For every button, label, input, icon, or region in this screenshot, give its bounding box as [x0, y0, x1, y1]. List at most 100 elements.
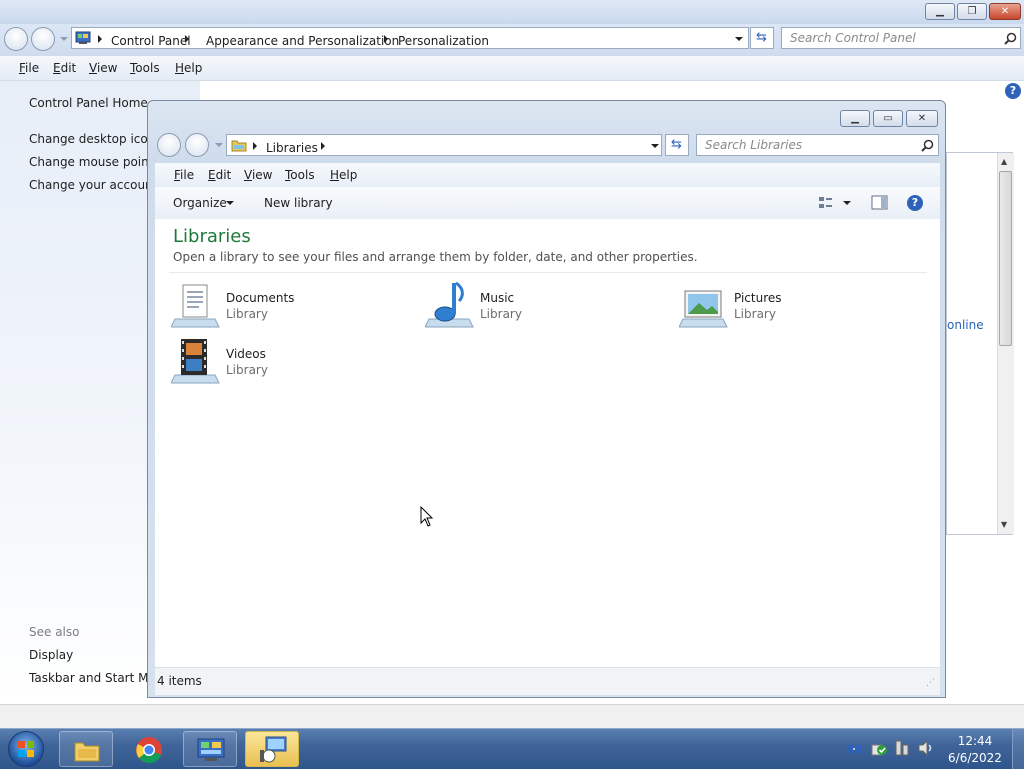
taskbar-chrome-button[interactable]	[122, 731, 176, 767]
vertical-scrollbar[interactable]: ▲ ▼	[997, 153, 1014, 534]
volume-controls-tray-icon[interactable]	[894, 740, 910, 756]
videos-library-icon	[171, 339, 220, 384]
breadcrumb-separator	[98, 35, 102, 43]
lib-status-bar: 4 items ⋰	[155, 667, 940, 695]
scroll-thumb[interactable]	[999, 171, 1012, 346]
lib-content-area: Libraries Open a library to see your fil…	[155, 219, 940, 667]
lib-menu-edit[interactable]: Edit	[208, 168, 231, 182]
control-panel-status-bar	[0, 704, 1024, 729]
close-icon: ✕	[917, 113, 927, 124]
lib-refresh-button[interactable]: ⇆	[665, 134, 689, 156]
recent-pages-dropdown[interactable]	[60, 37, 68, 41]
close-icon: ✕	[1000, 6, 1010, 17]
scroll-up-icon[interactable]: ▲	[1001, 157, 1007, 166]
libraries-subheading: Open a library to see your files and arr…	[173, 250, 698, 264]
lib-forward-button[interactable]	[185, 133, 209, 157]
control-panel-address-row: Control Panel Appearance and Personaliza…	[0, 24, 1024, 56]
preview-pane-icon[interactable]	[871, 195, 888, 211]
library-item-type: Library	[734, 307, 776, 321]
lib-recent-pages-dropdown[interactable]	[215, 143, 223, 147]
scroll-down-icon[interactable]: ▼	[1001, 520, 1007, 529]
lib-menu-file[interactable]: File	[174, 168, 194, 182]
get-more-themes-online-link[interactable]: online	[947, 318, 984, 332]
start-button[interactable]	[8, 731, 44, 767]
action-center-icon[interactable]	[870, 739, 888, 757]
lib-minimize-button[interactable]: ▁	[840, 110, 870, 127]
mouse-cursor-icon	[420, 506, 434, 527]
breadcrumb-appearance[interactable]: Appearance and Personalization	[206, 34, 399, 48]
address-dropdown[interactable]	[735, 37, 743, 41]
breadcrumb-separator	[185, 35, 189, 43]
library-item-music[interactable]: Music Library	[423, 279, 623, 331]
library-item-videos[interactable]: Videos Library	[169, 335, 369, 387]
library-item-name: Videos	[226, 347, 266, 361]
view-options-dropdown[interactable]	[843, 201, 851, 205]
breadcrumb-separator	[253, 142, 257, 150]
taskbar-active-window-button[interactable]	[245, 731, 299, 767]
lib-address-bar[interactable]: Libraries	[226, 134, 662, 156]
new-library-button[interactable]: New library	[264, 196, 333, 210]
control-panel-search-input[interactable]: Search Control Panel	[781, 27, 1021, 49]
lib-menu-help[interactable]: Help	[330, 168, 357, 182]
back-button[interactable]	[4, 27, 28, 51]
menu-tools[interactable]: Tools	[130, 61, 160, 75]
lib-breadcrumb-libraries[interactable]: Libraries	[266, 141, 318, 155]
breadcrumb-control-panel[interactable]: Control Panel	[111, 34, 191, 48]
breadcrumb-personalization[interactable]: Personalization	[398, 34, 489, 48]
minimize-icon: ▁	[851, 113, 859, 124]
help-icon[interactable]: ?	[1005, 83, 1021, 99]
lib-maximize-button[interactable]: ▭	[873, 110, 903, 127]
library-item-name: Music	[480, 291, 515, 305]
link-change-desktop-icons[interactable]: Change desktop icons	[29, 132, 147, 146]
library-item-pictures[interactable]: Pictures Library	[677, 279, 877, 331]
lib-search-input[interactable]: Search Libraries	[696, 134, 939, 156]
organize-button[interactable]: Organize	[173, 196, 227, 210]
close-button[interactable]: ✕	[989, 3, 1021, 20]
network-tray-icon[interactable]	[846, 741, 862, 757]
speaker-icon[interactable]	[917, 740, 935, 756]
breadcrumb-separator	[384, 35, 388, 43]
taskbar-control-panel-button[interactable]	[183, 731, 237, 767]
restore-button[interactable]: ❐	[957, 3, 987, 20]
resize-grip-icon[interactable]: ⋰	[926, 678, 935, 688]
refresh-button[interactable]: ⇆	[750, 27, 774, 49]
lib-search-placeholder: Search Libraries	[705, 138, 803, 152]
minimize-button[interactable]: ▁	[925, 3, 955, 20]
menu-view[interactable]: View	[89, 61, 117, 75]
change-view-icon[interactable]	[818, 195, 834, 211]
lib-back-button[interactable]	[157, 133, 181, 157]
pictures-library-icon	[679, 290, 728, 328]
link-control-panel-home[interactable]: Control Panel Home	[29, 96, 148, 110]
clock-date[interactable]: 6/6/2022	[940, 751, 1010, 765]
folder-icon	[74, 742, 100, 762]
libraries-folder-icon	[231, 140, 247, 152]
link-taskbar-start-menu[interactable]: Taskbar and Start Men	[29, 671, 147, 685]
link-change-account-picture[interactable]: Change your account	[29, 178, 147, 192]
refresh-icon: ⇆	[756, 30, 767, 45]
restore-icon: ❐	[967, 6, 977, 17]
personalization-icon	[260, 736, 287, 763]
link-display[interactable]: Display	[29, 648, 73, 662]
show-desktop-button[interactable]	[1012, 729, 1024, 769]
lib-help-icon[interactable]: ?	[907, 195, 923, 211]
search-icon	[921, 139, 934, 152]
library-item-documents[interactable]: Documents Library	[169, 279, 369, 331]
lib-menu-view[interactable]: View	[244, 168, 272, 182]
lib-command-bar: Organize New library ?	[155, 187, 940, 220]
forward-button[interactable]	[31, 27, 55, 51]
taskbar-explorer-button[interactable]	[59, 731, 113, 767]
taskbar: 12:44 6/6/2022	[0, 728, 1024, 769]
documents-library-icon	[171, 284, 220, 328]
control-panel-address-bar[interactable]: Control Panel Appearance and Personaliza…	[71, 27, 749, 49]
refresh-icon: ⇆	[671, 137, 682, 152]
lib-address-dropdown[interactable]	[651, 144, 659, 148]
menu-edit[interactable]: Edit	[53, 61, 76, 75]
lib-close-button[interactable]: ✕	[906, 110, 938, 127]
search-icon	[1004, 32, 1017, 45]
menu-help[interactable]: Help	[175, 61, 202, 75]
library-item-type: Library	[226, 363, 268, 377]
clock-time[interactable]: 12:44	[940, 734, 1010, 748]
menu-file[interactable]: File	[19, 61, 39, 75]
link-change-mouse-pointers[interactable]: Change mouse pointe	[29, 155, 147, 169]
lib-menu-tools[interactable]: Tools	[285, 168, 315, 182]
